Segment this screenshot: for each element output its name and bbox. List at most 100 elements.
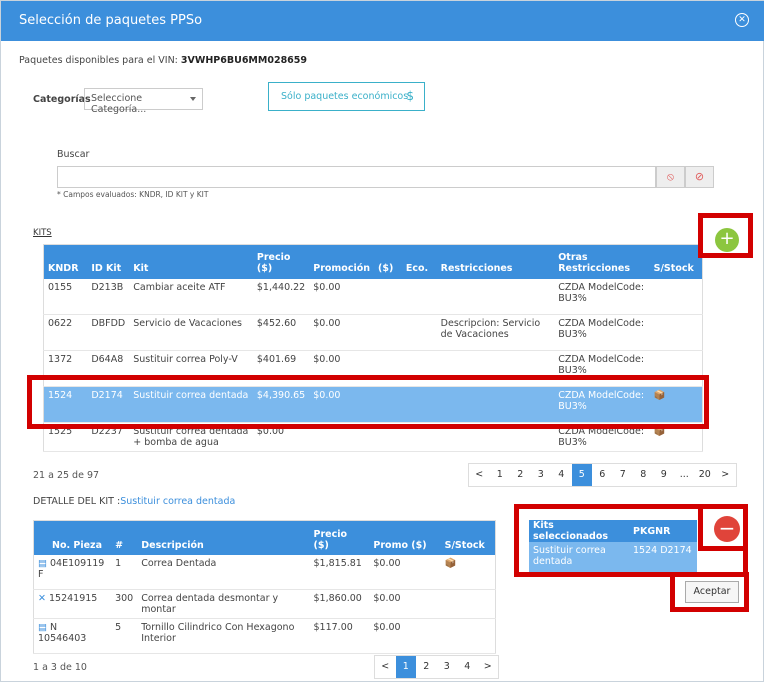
cell: $1,860.00 — [309, 589, 370, 619]
page-link[interactable]: < — [375, 656, 396, 678]
cell: $0.00 — [309, 278, 375, 315]
page-link[interactable]: 6 — [592, 464, 613, 486]
cell: ▤ 04E109119 F — [33, 554, 112, 590]
cell: $1,815.81 — [309, 554, 370, 590]
page-link[interactable]: > — [715, 464, 736, 486]
kit-row[interactable]: 0155 D213B Cambiar aceite ATF $1,440.22 … — [43, 278, 703, 315]
page-link[interactable]: 1 — [395, 656, 416, 678]
cell: Correa dentada desmontar y montar — [137, 589, 310, 619]
categorias-placeholder: Seleccione Categoría... — [91, 93, 147, 115]
th-pieza[interactable]: No. Pieza — [33, 520, 112, 555]
cell: $452.60 — [252, 314, 310, 351]
clear-search-button[interactable]: ⦸ — [656, 166, 685, 188]
cell: DBFDD — [87, 314, 130, 351]
cell: 0155 — [43, 278, 88, 315]
highlight-selected-row — [27, 375, 709, 429]
dollar-tag-icon: $ — [406, 89, 414, 103]
chevron-down-icon — [190, 97, 196, 101]
th-promocion[interactable]: Promoción — [309, 244, 375, 279]
wrench-icon: ✕ — [38, 593, 49, 604]
page-link[interactable]: 4 — [551, 464, 572, 486]
page-link[interactable]: ... — [674, 464, 695, 486]
eco-button-label: Sólo paquetes económicos — [281, 91, 409, 102]
cell: D213B — [87, 278, 130, 315]
part-icon: ▤ — [38, 622, 50, 633]
page-link[interactable]: 7 — [613, 464, 634, 486]
th-promo-amount[interactable]: ($) — [374, 244, 402, 279]
cell: $0.00 — [309, 314, 375, 351]
cell: Correa Dentada — [137, 554, 310, 590]
detail-count: 1 a 3 de 10 — [33, 662, 87, 673]
eco-packages-button[interactable]: Sólo paquetes económicos $ — [268, 82, 425, 111]
cell: Servicio de Vacaciones — [129, 314, 253, 351]
kit-row[interactable]: 0622 DBFDD Servicio de Vacaciones $452.6… — [43, 314, 703, 351]
modal-title: Selección de paquetes PPSo — [19, 13, 203, 28]
th-stock[interactable]: S/Stock — [649, 244, 703, 279]
cell — [374, 314, 402, 351]
detail-pagination: <1 2 3 4 > — [374, 655, 499, 679]
cell: $1,440.22 — [252, 278, 310, 315]
cell: 1 — [111, 554, 138, 590]
cell — [649, 314, 703, 351]
highlight-add — [698, 213, 753, 258]
page-link[interactable]: 5 — [571, 464, 592, 486]
th-id-kit[interactable]: ID Kit — [87, 244, 130, 279]
detail-row: ▤ 04E109119 F 1 Correa Dentada $1,815.81… — [33, 554, 496, 590]
reset-search-button[interactable]: ⊘ — [685, 166, 714, 188]
vin-label: Paquetes disponibles para el VIN: — [19, 55, 178, 66]
page-link[interactable]: 8 — [633, 464, 654, 486]
page-link[interactable]: 1 — [490, 464, 511, 486]
detalle-kit-title: DETALLE DEL KIT :Sustituir correa dentad… — [33, 496, 235, 507]
cell — [374, 278, 402, 315]
cell — [440, 589, 496, 619]
cell: $117.00 — [309, 618, 370, 654]
page-link[interactable]: > — [478, 656, 499, 678]
kits-label: KITS — [33, 228, 52, 238]
detalle-kit-name: Sustituir correa dentada — [120, 496, 236, 507]
search-label: Buscar — [57, 149, 90, 160]
cell: $0.00 — [369, 589, 441, 619]
th-num[interactable]: # — [111, 520, 138, 555]
page-link[interactable]: 3 — [531, 464, 552, 486]
th-descripcion[interactable]: Descripción — [137, 520, 310, 555]
cell: 5 — [111, 618, 138, 654]
cell: CZDA ModelCode: BU3% — [554, 314, 650, 351]
th-precio[interactable]: Precio ($) — [309, 520, 370, 555]
th-promo[interactable]: Promo ($) — [369, 520, 441, 555]
page-link[interactable]: 2 — [510, 464, 531, 486]
th-kndr[interactable]: KNDR — [43, 244, 88, 279]
cell: 0622 — [43, 314, 88, 351]
page-link[interactable]: 20 — [695, 464, 716, 486]
th-eco[interactable]: Eco. — [401, 244, 437, 279]
vin-value: 3VWHP6BU6MM028659 — [180, 55, 308, 66]
kit-detail-table: No. Pieza # Descripción Precio ($) Promo… — [33, 520, 496, 654]
detail-row: ✕ 15241915 300 Correa dentada desmontar … — [33, 589, 496, 619]
th-kit[interactable]: Kit — [129, 244, 253, 279]
cell: ▤ N 10546403 — [33, 618, 112, 654]
page-link[interactable]: 3 — [437, 656, 458, 678]
stock-box-icon: 📦 — [440, 554, 496, 590]
th-stock[interactable]: S/Stock — [440, 520, 496, 555]
modal-header: Selección de paquetes PPSo ✕ — [1, 1, 764, 41]
categorias-select[interactable]: Seleccione Categoría... — [84, 88, 203, 115]
page-link[interactable]: 2 — [416, 656, 437, 678]
cell: $0.00 — [369, 554, 441, 590]
cell — [401, 278, 437, 315]
th-otras[interactable]: Otras Restricciones — [554, 244, 650, 279]
page-link[interactable]: 9 — [654, 464, 675, 486]
th-restricciones[interactable]: Restricciones — [436, 244, 555, 279]
vin-line: Paquetes disponibles para el VIN: 3VWHP6… — [19, 55, 307, 66]
page-link[interactable]: < — [469, 464, 490, 486]
kits-count: 21 a 25 de 97 — [33, 470, 100, 481]
highlight-aceptar — [670, 572, 749, 612]
page-link[interactable]: 4 — [457, 656, 478, 678]
cell — [436, 278, 555, 315]
search-hint: * Campos evaluados: KNDR, ID KIT y KIT — [57, 190, 209, 199]
kits-pagination: <1 2 3 4 5 6 7 8 9... 20 > — [468, 463, 737, 487]
close-icon[interactable]: ✕ — [735, 13, 749, 27]
cell: Cambiar aceite ATF — [129, 278, 253, 315]
search-input[interactable] — [57, 166, 656, 188]
cell — [649, 278, 703, 315]
categorias-label: Categorías — [33, 94, 91, 105]
th-precio[interactable]: Precio ($) — [252, 244, 310, 279]
